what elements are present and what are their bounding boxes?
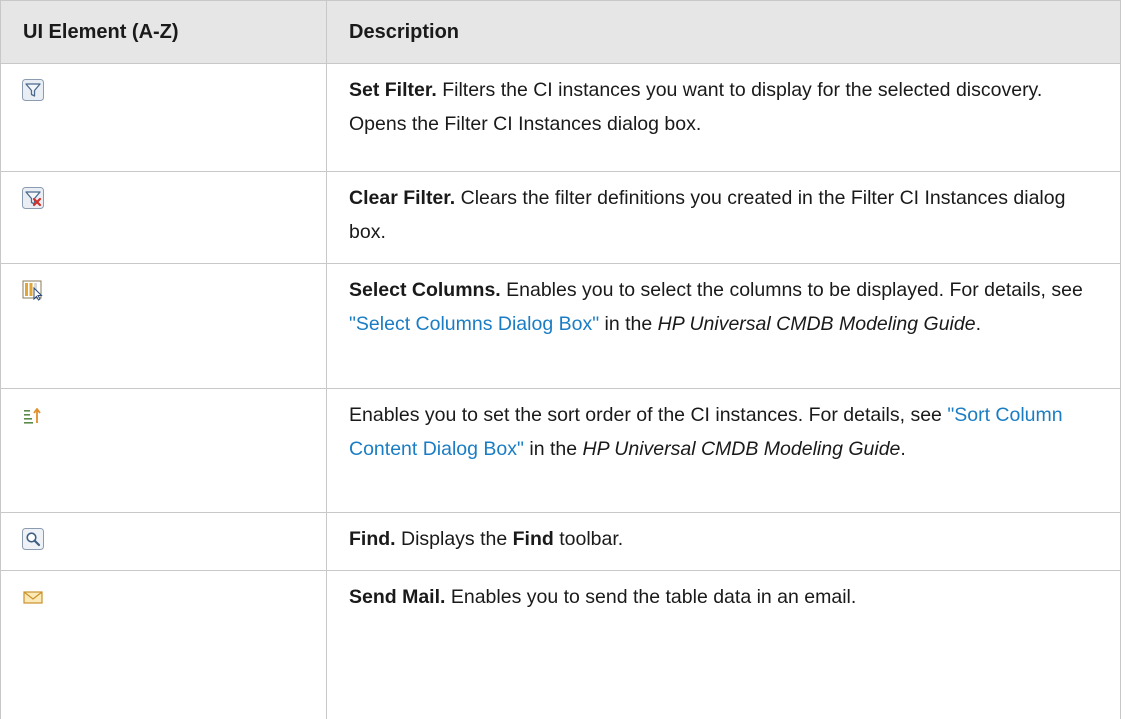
ui-element-cell [0, 388, 327, 513]
filter-icon[interactable] [22, 79, 44, 101]
description-cell: Clear Filter. Clears the filter definiti… [326, 171, 1121, 264]
find-toolbar-name: Find [512, 528, 554, 550]
description-text: Enables you to set the sort order of the… [349, 404, 948, 426]
column-header-ui-element: UI Element (A-Z) [0, 0, 327, 64]
description-text: . [975, 313, 981, 335]
description-text: toolbar. [553, 528, 624, 550]
description-cell: Select Columns. Enables you to select th… [326, 263, 1121, 389]
element-title: Set Filter. [349, 79, 437, 101]
select-columns-link[interactable]: "Select Columns Dialog Box" [349, 313, 599, 335]
table-row: Send Mail. Enables you to send the table… [0, 570, 1121, 719]
table-row: Enables you to set the sort order of the… [0, 388, 1121, 513]
description-cell: Enables you to set the sort order of the… [326, 388, 1121, 513]
description-cell: Set Filter. Filters the CI instances you… [326, 63, 1121, 172]
description-text: in the [599, 313, 658, 335]
guide-title: HP Universal CMDB Modeling Guide [582, 438, 901, 460]
clear-filter-icon[interactable] [22, 187, 44, 209]
element-title: Clear Filter. [349, 187, 456, 209]
table-row: Find. Displays the Find toolbar. [0, 512, 1121, 571]
description-text: Enables you to send the table data in an… [445, 586, 857, 608]
description-text: Filters the CI instances you want to dis… [349, 79, 1043, 135]
element-title: Send Mail. [349, 586, 446, 608]
element-title: Find. [349, 528, 396, 550]
table-row: Clear Filter. Clears the filter definiti… [0, 171, 1121, 264]
search-icon[interactable] [22, 528, 44, 550]
table-header-row: UI Element (A-Z) Description [0, 0, 1121, 64]
select-columns-icon[interactable] [22, 279, 44, 301]
mail-icon[interactable] [22, 586, 44, 608]
description-text: Enables you to select the columns to be … [500, 279, 1083, 301]
description-text: Clears the filter definitions you create… [349, 187, 1066, 243]
table-row: Set Filter. Filters the CI instances you… [0, 63, 1121, 172]
description-cell: Find. Displays the Find toolbar. [326, 512, 1121, 571]
ui-element-cell [0, 63, 327, 172]
description-text: in the [523, 438, 583, 460]
column-header-description: Description [326, 0, 1121, 64]
ui-element-cell [0, 171, 327, 264]
description-text: Displays the [395, 528, 513, 550]
element-title: Select Columns. [349, 279, 501, 301]
ui-elements-table: UI Element (A-Z) Description Set Filter.… [0, 0, 1121, 719]
guide-title: HP Universal CMDB Modeling Guide [657, 313, 976, 335]
ui-element-cell [0, 570, 327, 719]
sort-order-icon[interactable] [22, 404, 44, 426]
description-text: . [900, 438, 906, 460]
ui-element-cell [0, 263, 327, 389]
description-cell: Send Mail. Enables you to send the table… [326, 570, 1121, 719]
table-row: Select Columns. Enables you to select th… [0, 263, 1121, 389]
ui-element-cell [0, 512, 327, 571]
